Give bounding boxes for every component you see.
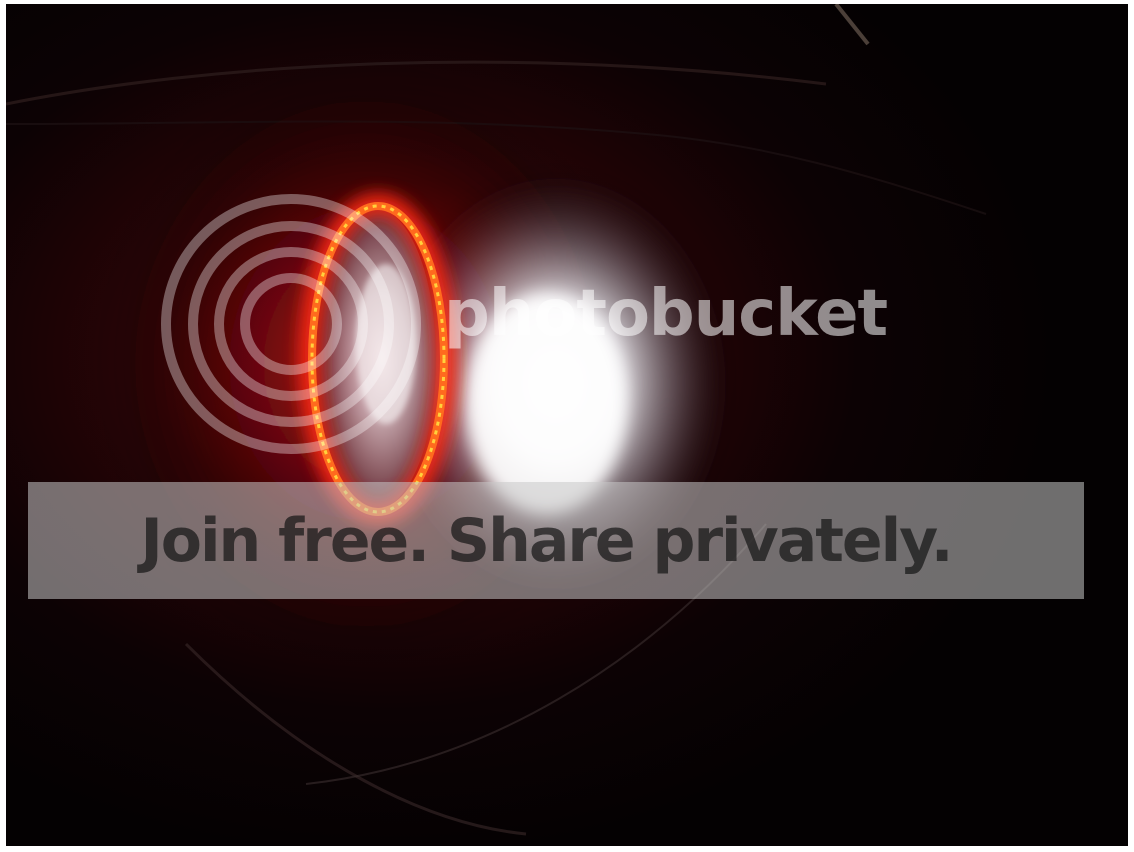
headlight-photo: photobucket Join free. Share privately. [6, 4, 1128, 846]
watermark-banner: Join free. Share privately. [28, 482, 1084, 599]
image-frame: photobucket Join free. Share privately. [0, 0, 1134, 852]
lens-reflection [356, 264, 416, 424]
watermark-banner-text: Join free. Share privately. [140, 505, 953, 576]
watermark-brand-text: photobucket [444, 277, 888, 351]
headlight-photo-drawing [6, 4, 1128, 846]
